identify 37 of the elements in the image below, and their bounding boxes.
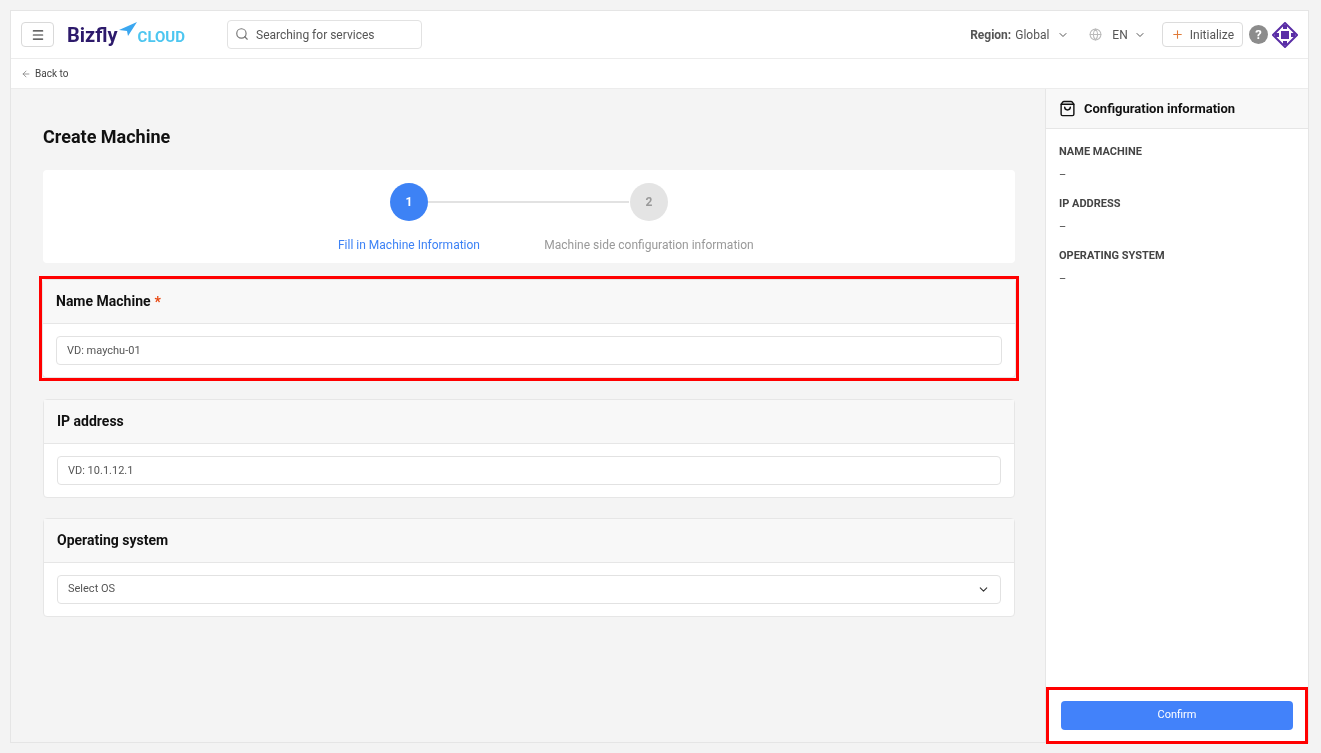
summary-value: – <box>1059 166 1068 183</box>
logo-brand: Bizfly <box>67 24 118 45</box>
summary-label: NAME MACHINE <box>1059 144 1143 160</box>
summary-label: OPERATING SYSTEM <box>1059 248 1166 264</box>
language-selector[interactable]: EN <box>1089 25 1146 44</box>
page-title: Create Machine <box>43 125 172 149</box>
search-icon <box>235 27 249 41</box>
bag-icon <box>1059 100 1076 117</box>
plus-icon <box>1170 28 1184 41</box>
os-select[interactable]: Select OS <box>57 575 1001 604</box>
arrow-left-icon <box>21 68 31 79</box>
section-title: IP address <box>57 412 124 431</box>
required-mark: * <box>154 294 161 309</box>
region-label: Region: <box>970 26 1012 44</box>
summary-label: IP ADDRESS <box>1059 196 1122 212</box>
paper-plane-icon <box>117 20 138 37</box>
region-selector[interactable]: Region: Global <box>970 25 1070 44</box>
input-field[interactable]: VD: maychu-01 <box>56 336 1002 365</box>
logo-suffix: CLOUD <box>137 29 185 45</box>
summary-value: – <box>1059 218 1068 235</box>
globe-icon <box>1089 28 1103 41</box>
step-label: Fill in Machine Information <box>338 237 480 254</box>
step-label: Machine side configuration information <box>544 237 754 254</box>
back-link[interactable]: Back to <box>21 66 69 81</box>
region-value: Global <box>1015 26 1050 44</box>
summary-value: – <box>1059 270 1068 287</box>
section-title: Name Machine <box>56 292 151 311</box>
input-field[interactable]: VD: 10.1.12.1 <box>57 456 1001 485</box>
confirm-button[interactable]: Confirm <box>1061 701 1293 730</box>
search-field[interactable]: Searching for services <box>227 20 422 49</box>
avatar-pattern-icon[interactable] <box>1272 21 1298 48</box>
initialize-button[interactable]: Initialize <box>1161 22 1243 47</box>
menu-icon <box>30 27 45 42</box>
summary-title: Configuration information <box>1084 99 1236 118</box>
menu-button[interactable] <box>21 22 54 47</box>
section-title: Operating system <box>57 531 169 550</box>
language-value: EN <box>1112 26 1128 44</box>
